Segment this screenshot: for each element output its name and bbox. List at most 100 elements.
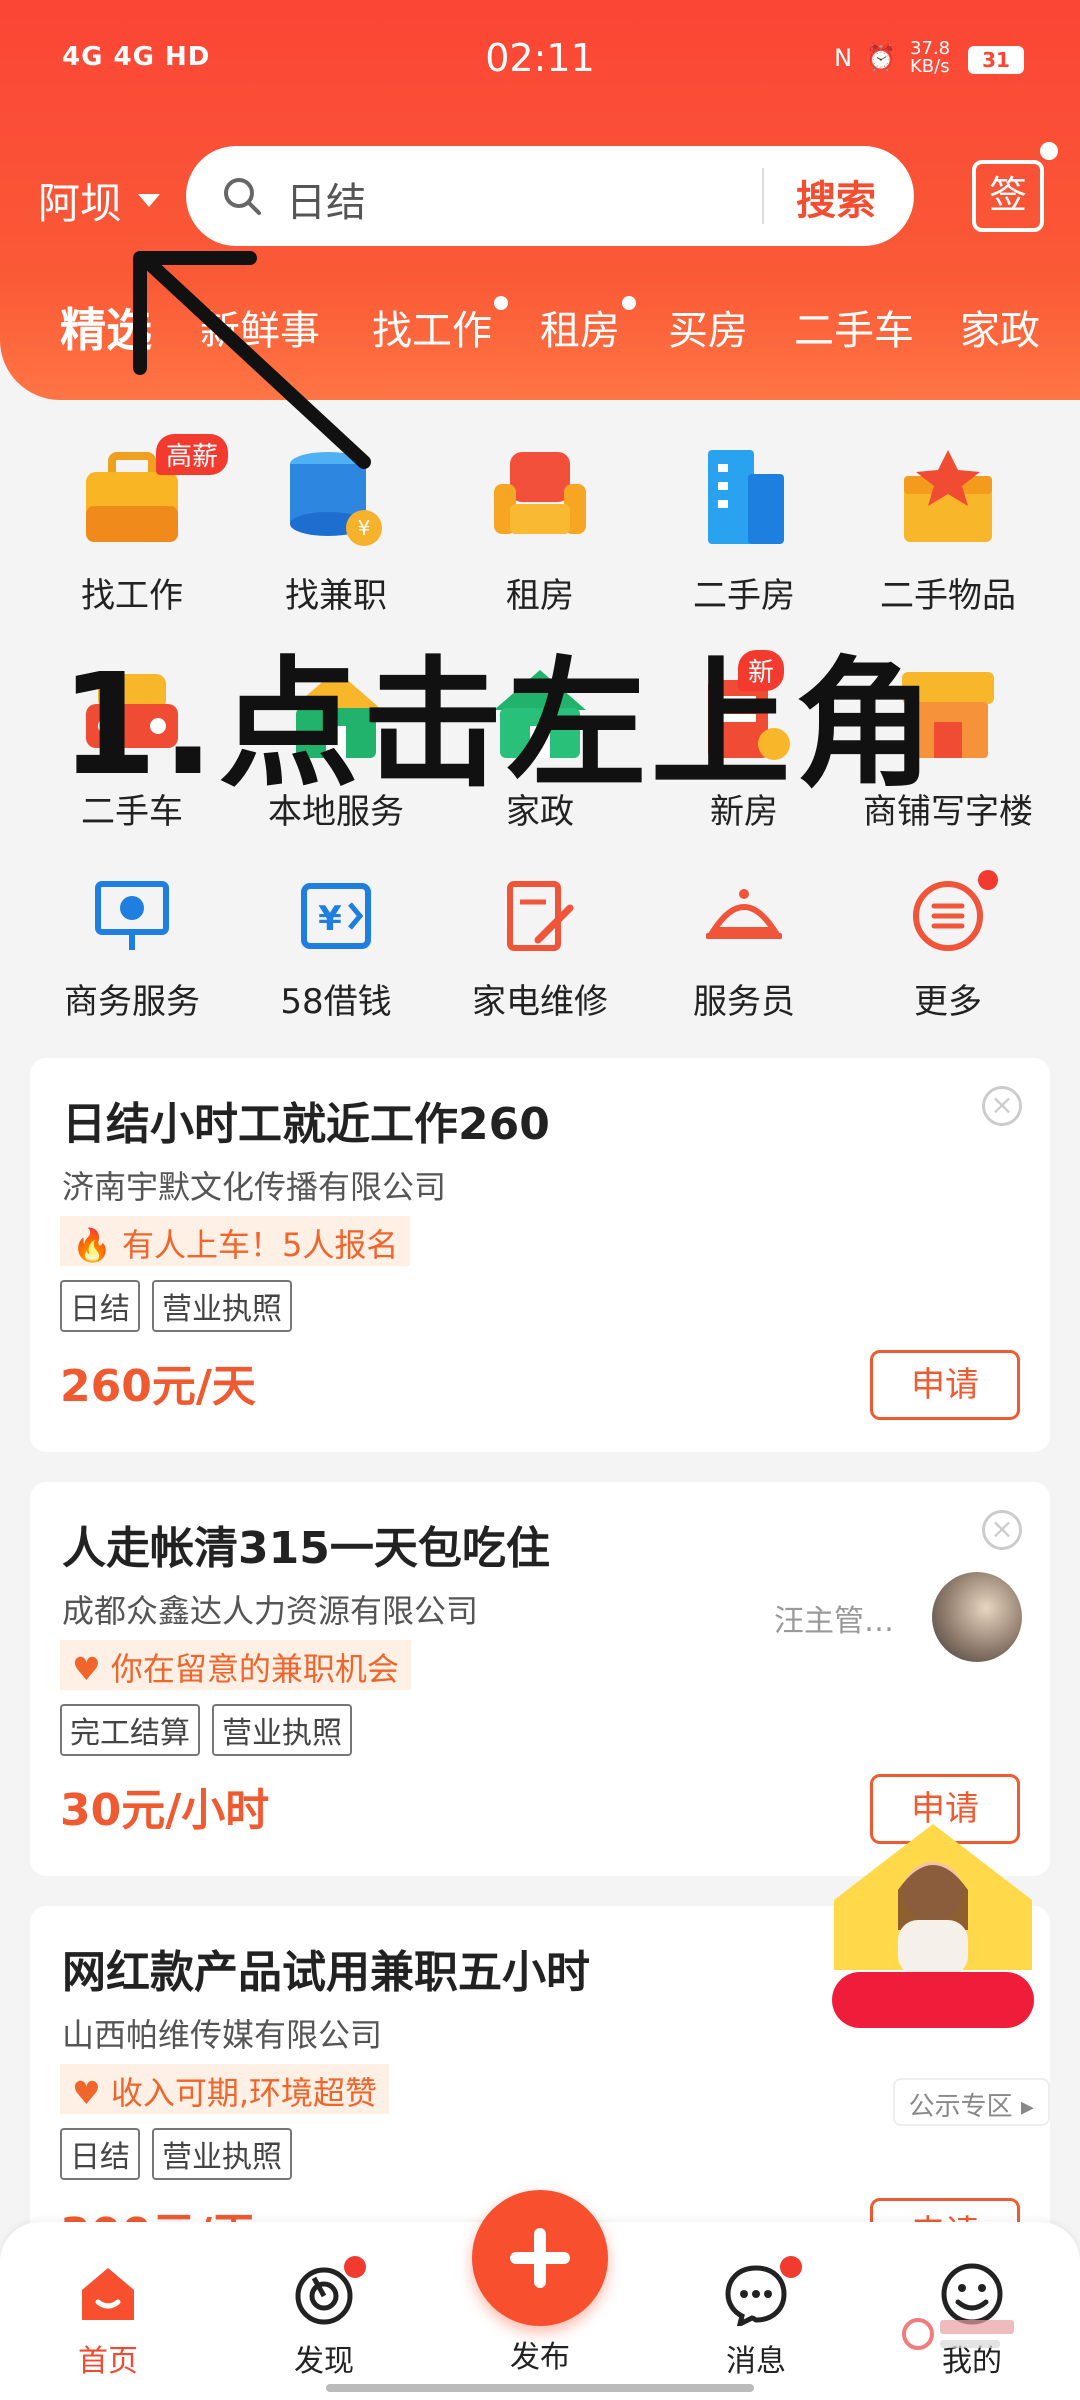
service-label: 商务服务 [64, 982, 200, 1022]
service-label: 更多 [914, 982, 982, 1022]
repair-icon [502, 878, 578, 954]
promo-widget[interactable] [828, 1820, 1038, 2040]
svg-text:¥: ¥ [318, 899, 342, 939]
category-used-goods[interactable]: 二手物品 [848, 448, 1048, 617]
service-label: 服务员 [693, 982, 795, 1022]
category-label: 找工作 [81, 576, 183, 616]
job-tag: 营业执照 [212, 1704, 352, 1756]
tab-housekeeping[interactable]: 家政 [960, 298, 1040, 356]
annotation-arrow [133, 251, 371, 469]
tab-rent-label: 租房 [540, 308, 620, 354]
job-tag: 完工结算 [60, 1704, 200, 1756]
service-more[interactable]: 更多 [848, 870, 1048, 1023]
category-label: 二手物品 [880, 576, 1016, 616]
job-tags: 日结 营业执照 [60, 2128, 292, 2180]
tab-buy-house[interactable]: 买房 [668, 298, 748, 356]
notification-dot [344, 2256, 366, 2278]
notification-dot [780, 2256, 802, 2278]
armchair-icon [490, 448, 590, 548]
presentation-icon [94, 878, 170, 954]
nav-discover[interactable]: 发现 [244, 2256, 404, 2380]
job-tag: 日结 [60, 1280, 140, 1332]
plus-icon [534, 2228, 546, 2288]
company-name: 山西帕维传媒有限公司 [62, 2016, 383, 2054]
job-salary: 260元/天 [60, 1361, 256, 1412]
service-business[interactable]: 商务服务 [32, 878, 232, 1023]
job-tag: 日结 [60, 2128, 140, 2180]
search-input[interactable]: 日结 [286, 170, 366, 228]
job-hint-text: 收入可期,环境超赞 [110, 2074, 378, 2112]
category-rent[interactable]: 租房 [440, 448, 640, 617]
job-hint: ♥ 收入可期,环境超赞 [60, 2064, 390, 2114]
status-bar: 4G 4G HD 02:11 N ⏰ 37.8 KB/s 31 [0, 30, 1080, 90]
search-button[interactable]: 搜索 [796, 168, 876, 226]
city-selector[interactable]: 阿坝 [38, 170, 161, 231]
fire-icon: 🔥 [72, 1226, 112, 1264]
service-repair[interactable]: 家电维修 [440, 878, 640, 1023]
home-indicator[interactable] [326, 2384, 754, 2392]
nav-label: 发布 [510, 2340, 570, 2375]
job-tag: 营业执照 [152, 2128, 292, 2180]
job-tags: 完工结算 营业执照 [60, 1704, 352, 1756]
company-name: 济南宇默文化传播有限公司 [62, 1168, 447, 1206]
service-label: 58借钱 [280, 982, 392, 1022]
watermark-logo [902, 2318, 1014, 2350]
category-label: 二手房 [693, 576, 795, 616]
nav-home[interactable]: 首页 [28, 2262, 188, 2380]
net-speed: 37.8 KB/s [910, 38, 951, 77]
recruiter-name: 汪主管… [774, 1604, 894, 1639]
nav-label: 首页 [78, 2344, 138, 2379]
cloche-icon [705, 878, 783, 954]
job-title: 日结小时工就近工作260 [62, 1099, 550, 1150]
job-hint: 🔥 有人上车！5人报名 [60, 1216, 411, 1266]
signin-label: 签 [988, 173, 1027, 217]
job-hint-text: 你在留意的兼职机会 [110, 1650, 399, 1688]
menu-circle-icon [910, 870, 998, 954]
chat-icon [724, 2256, 802, 2329]
tab-dot [494, 296, 508, 310]
job-card[interactable]: 人走帐清315一天包吃住 × 成都众鑫达人力资源有限公司 汪主管… ♥ 你在留意… [30, 1482, 1050, 1876]
notification-dot [978, 870, 998, 890]
nav-label: 消息 [726, 2344, 786, 2379]
nfc-icon: N [834, 44, 853, 72]
yen-card-icon: ¥ [298, 878, 374, 954]
building-icon [694, 448, 794, 548]
job-card[interactable]: 日结小时工就近工作260 × 济南宇默文化传播有限公司 🔥 有人上车！5人报名 … [30, 1058, 1050, 1452]
tab-used-car[interactable]: 二手车 [794, 298, 914, 356]
discover-icon [292, 2256, 366, 2326]
job-title: 人走帐清315一天包吃住 [62, 1523, 550, 1574]
nav-messages[interactable]: 消息 [676, 2256, 836, 2380]
box-star-icon [898, 448, 998, 548]
search-icon [224, 178, 261, 215]
category-label: 找兼职 [285, 576, 387, 616]
tab-rent[interactable]: 租房 [540, 296, 636, 356]
public-zone-link[interactable]: 公示专区 ▸ [892, 2078, 1050, 2126]
job-tags: 日结 营业执照 [60, 1280, 292, 1332]
category-second-hand-house[interactable]: 二手房 [644, 448, 844, 617]
annotation-text: 1.点击左上角 [60, 644, 939, 807]
job-hint: ♥ 你在留意的兼职机会 [60, 1640, 411, 1690]
svg-text:¥: ¥ [358, 516, 371, 540]
signin-button[interactable]: 签 [972, 142, 1058, 232]
job-title: 网红款产品试用兼职五小时 [62, 1947, 590, 1998]
alarm-icon: ⏰ [866, 44, 896, 72]
divider [762, 168, 764, 224]
service-waiter[interactable]: 服务员 [644, 878, 844, 1023]
heart-icon: ♥ [72, 2074, 101, 2112]
job-tag: 营业执照 [152, 1280, 292, 1332]
publish-button[interactable] [472, 2190, 608, 2326]
notification-dot [1040, 142, 1058, 160]
home-icon [76, 2262, 140, 2326]
category-label: 租房 [506, 576, 574, 616]
tab-dot [622, 296, 636, 310]
city-name: 阿坝 [38, 179, 123, 228]
close-icon[interactable]: × [982, 1510, 1022, 1550]
close-icon[interactable]: × [982, 1086, 1022, 1126]
apply-button[interactable]: 申请 [870, 1350, 1020, 1420]
search-bar[interactable]: 日结 搜索 [186, 146, 914, 246]
service-loan[interactable]: ¥ 58借钱 [236, 878, 436, 1023]
nav-publish[interactable]: 发布 [460, 2332, 620, 2376]
avatar[interactable] [932, 1572, 1022, 1662]
battery-icon: 31 [968, 46, 1024, 74]
company-name: 成都众鑫达人力资源有限公司 [62, 1592, 479, 1630]
